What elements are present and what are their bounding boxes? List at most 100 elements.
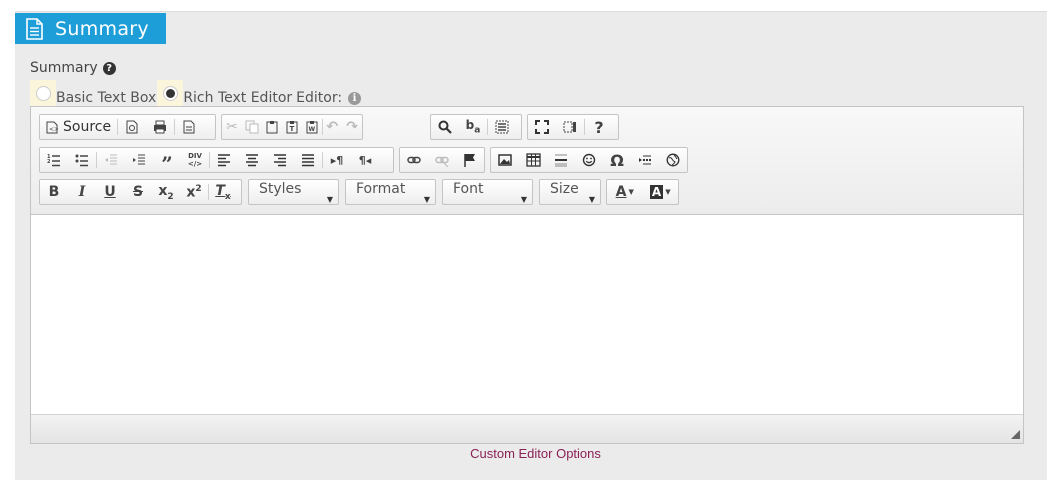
image-button[interactable] xyxy=(491,148,519,172)
justify-icon xyxy=(302,154,314,167)
horizontal-line-button[interactable] xyxy=(547,148,575,172)
align-right-button[interactable] xyxy=(266,148,294,172)
cut-button[interactable]: ✂ xyxy=(222,115,242,139)
section-title: Summary xyxy=(55,17,149,40)
editor-toolbar: <> Source ✂ T W ↶ ↷ ba ? 1 2 ” DIV </> ▸… xyxy=(31,107,1023,215)
outdent-icon xyxy=(105,154,117,165)
anchor-button[interactable] xyxy=(456,148,484,172)
editor-label: Editor: xyxy=(296,90,343,106)
styles-dropdown[interactable]: Styles ▼ xyxy=(248,179,339,205)
undo-icon: ↶ xyxy=(326,119,339,135)
print-button[interactable] xyxy=(146,115,174,139)
numbered-list-button[interactable]: 12 xyxy=(40,148,68,172)
format-dropdown[interactable]: Format ▼ xyxy=(345,179,436,205)
remove-format-button[interactable]: Tx xyxy=(209,180,237,204)
paste-text-icon: T xyxy=(286,121,298,134)
numbered-list-icon: 12 xyxy=(47,154,60,167)
italic-button[interactable]: I xyxy=(68,180,96,204)
chevron-down-icon: ▼ xyxy=(520,195,527,204)
select-all-button[interactable] xyxy=(488,115,516,139)
rich-text-radio[interactable] xyxy=(157,80,184,106)
underline-icon: U xyxy=(104,184,116,200)
underline-button[interactable]: U xyxy=(96,180,124,204)
find-button[interactable] xyxy=(431,115,459,139)
info-icon[interactable]: i xyxy=(348,91,362,105)
special-char-button[interactable]: Ω xyxy=(603,148,631,172)
rich-text-label[interactable]: Rich Text Editor xyxy=(183,90,292,106)
svg-text:<>: <> xyxy=(49,126,58,133)
show-blocks-button[interactable] xyxy=(556,115,584,139)
maximize-button[interactable] xyxy=(528,115,556,139)
size-label: Size xyxy=(550,181,579,197)
page-break-button[interactable] xyxy=(631,148,659,172)
globe-icon xyxy=(666,153,680,167)
table-button[interactable] xyxy=(519,148,547,172)
editor-content-area[interactable] xyxy=(31,215,1023,415)
blockquote-button[interactable]: ” xyxy=(153,148,181,176)
subscript-icon: x2 xyxy=(158,182,174,202)
document-icon xyxy=(26,17,43,40)
superscript-button[interactable]: x2 xyxy=(180,180,208,204)
smiley-icon xyxy=(582,153,596,167)
editor-type-selector: Basic Text Box Rich Text Editor Editor: … xyxy=(30,80,362,106)
custom-editor-options-link[interactable]: Custom Editor Options xyxy=(0,446,1047,461)
paste-button[interactable] xyxy=(262,115,282,139)
copy-button[interactable] xyxy=(242,115,262,139)
toolbar-group-colors: A ▼ A ▼ xyxy=(606,179,679,205)
basic-text-radio[interactable] xyxy=(30,80,56,106)
subscript-button[interactable]: x2 xyxy=(152,180,180,204)
justify-button[interactable] xyxy=(294,148,322,172)
ltr-icon: ▸¶ xyxy=(330,153,344,167)
link-button[interactable] xyxy=(400,148,428,172)
resize-handle-icon[interactable] xyxy=(1011,430,1020,439)
size-dropdown[interactable]: Size ▼ xyxy=(539,179,601,205)
help-button[interactable]: ? xyxy=(585,115,613,139)
source-icon: <> xyxy=(46,121,58,133)
div-container-button[interactable]: DIV </> xyxy=(181,148,209,172)
question-icon: ? xyxy=(594,117,604,137)
iframe-button[interactable] xyxy=(659,148,687,172)
font-label: Font xyxy=(453,181,484,197)
font-dropdown[interactable]: Font ▼ xyxy=(442,179,533,205)
toolbar-group-paragraph: 12 ” DIV </> ▸¶ ¶◂ xyxy=(39,147,394,176)
show-blocks-icon xyxy=(563,121,576,133)
field-label-text: Summary xyxy=(30,60,98,76)
basic-text-label[interactable]: Basic Text Box xyxy=(56,90,156,106)
toolbar-group-basic-styles: B I U S x2 x2 Tx xyxy=(39,179,242,205)
templates-button[interactable] xyxy=(175,115,203,139)
source-button[interactable]: <> Source xyxy=(40,115,117,139)
ltr-button[interactable]: ▸¶ xyxy=(323,148,351,172)
preview-icon xyxy=(126,120,138,134)
bold-button[interactable]: B xyxy=(40,180,68,204)
indent-button[interactable] xyxy=(125,148,153,172)
strikethrough-button[interactable]: S xyxy=(124,180,152,204)
align-left-icon xyxy=(218,154,230,167)
strikethrough-icon: S xyxy=(132,184,144,200)
outdent-button[interactable] xyxy=(97,148,125,172)
toolbar-group-tools: ? xyxy=(527,114,619,140)
unlink-button[interactable] xyxy=(428,148,456,172)
section-header: Summary xyxy=(15,13,166,44)
background-color-button[interactable]: A ▼ xyxy=(643,180,679,204)
indent-icon xyxy=(133,154,145,165)
source-label: Source xyxy=(63,119,112,135)
paste-text-button[interactable]: T xyxy=(282,115,302,139)
paste-word-button[interactable]: W xyxy=(302,115,322,139)
text-color-button[interactable]: A ▼ xyxy=(607,180,643,204)
align-center-button[interactable] xyxy=(238,148,266,172)
preview-button[interactable] xyxy=(118,115,146,139)
editor-status-bar xyxy=(31,414,1023,443)
redo-button[interactable]: ↷ xyxy=(342,115,362,139)
smiley-button[interactable] xyxy=(575,148,603,172)
bulleted-list-button[interactable] xyxy=(68,148,96,172)
replace-button[interactable]: ba xyxy=(459,115,487,139)
help-icon[interactable]: ? xyxy=(102,61,116,75)
undo-button[interactable]: ↶ xyxy=(322,115,342,139)
svg-text:2: 2 xyxy=(47,159,51,165)
bold-icon: B xyxy=(48,184,60,200)
search-icon xyxy=(438,120,452,134)
omega-icon: Ω xyxy=(610,150,624,170)
bulleted-list-icon xyxy=(75,154,88,167)
rtl-button[interactable]: ¶◂ xyxy=(351,148,379,172)
align-left-button[interactable] xyxy=(210,148,238,172)
